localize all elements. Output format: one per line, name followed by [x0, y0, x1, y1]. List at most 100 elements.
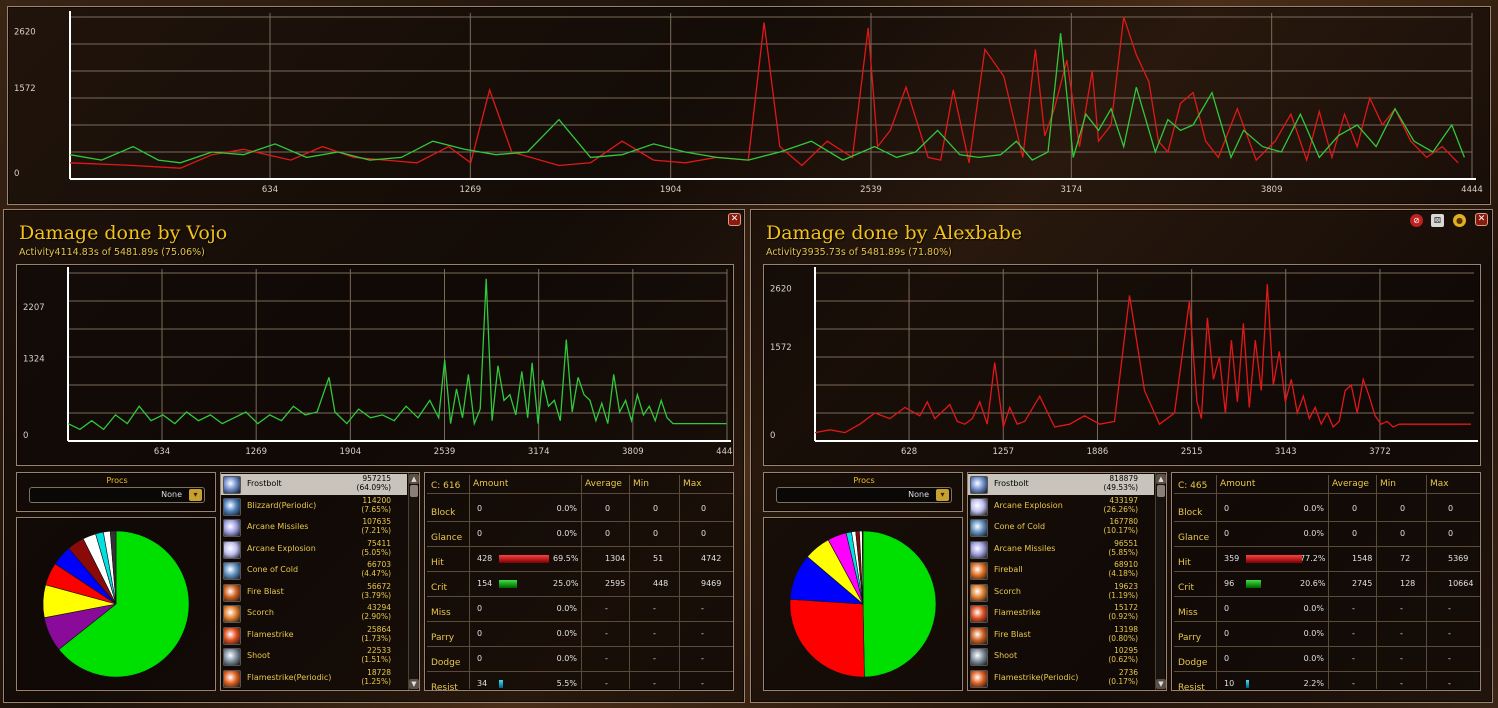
spell-row[interactable]: Fire Blast 13198 (0.80%)	[968, 625, 1154, 646]
spell-name: Flamestrike	[994, 608, 1041, 617]
dropdown-arrow-icon[interactable]: ▾	[936, 489, 949, 501]
column-divider	[1328, 475, 1329, 689]
row-percent: 2.2%	[1303, 679, 1324, 688]
row-max: 10664	[1448, 579, 1474, 588]
x-tick-label: 2539	[434, 447, 456, 457]
row-average: 1548	[1352, 554, 1373, 563]
spell-row[interactable]: Scorch 43294 (2.90%)	[221, 603, 407, 624]
spell-row[interactable]: Arcane Missiles 107635 (7.21%)	[221, 517, 407, 538]
row-count: 0	[1224, 529, 1230, 538]
row-max: 0	[1448, 504, 1454, 513]
close-button[interactable]: ✕	[728, 213, 741, 226]
procs-value: None	[908, 490, 929, 499]
row-max: 0	[701, 504, 707, 513]
dropdown-arrow-icon[interactable]: ▾	[189, 489, 202, 501]
row-count: 0	[1224, 504, 1230, 513]
spell-row[interactable]: Cone of Cold 167780 (10.17%)	[968, 517, 1154, 538]
spell-amount-value: 107635	[362, 517, 391, 526]
row-max: 4742	[701, 554, 722, 563]
spell-amount-percent: (1.19%)	[1108, 590, 1138, 600]
spell-row[interactable]: Blizzard(Periodic) 114200 (7.65%)	[221, 496, 407, 517]
spell-row[interactable]: Flamestrike 25864 (1.73%)	[221, 625, 407, 646]
vojo-spell-pie-chart	[42, 530, 190, 678]
scroll-down-icon[interactable]: ▼	[1156, 679, 1166, 689]
row-max: -	[701, 654, 704, 663]
row-percent: 77.2%	[1300, 554, 1326, 563]
spell-amount: 43294 (2.90%)	[361, 603, 391, 621]
row-min: -	[1400, 629, 1403, 638]
y-tick-label: 2620	[770, 284, 792, 294]
row-percent: 0.0%	[556, 604, 577, 613]
spell-amount: 15172 (0.92%)	[1108, 603, 1138, 621]
spell-row[interactable]: Frostbolt 818879 (49.53%)	[968, 474, 1154, 495]
spell-icon	[970, 476, 988, 494]
spell-list-scrollbar[interactable]: ▲ ▼	[1155, 473, 1166, 690]
dice-button[interactable]: ⚄	[1431, 214, 1444, 227]
x-tick-label: 3174	[528, 447, 550, 457]
row-count: 0	[1224, 604, 1230, 613]
spell-amount: 75411 (5.05%)	[361, 539, 391, 557]
spell-amount-value: 66703	[367, 560, 391, 569]
panel-activity: Activity4114.83s of 5481.89s (75.06%)	[19, 247, 205, 258]
spell-row[interactable]: Flamestrike(Periodic) 18728 (1.25%)	[221, 668, 407, 689]
combined-damage-chart: 0 1572 2620 634 1269 1904 2539 3174 3809 4444	[14, 11, 1483, 195]
spell-row[interactable]: Cone of Cold 66703 (4.47%)	[221, 560, 407, 581]
row-count: 0	[477, 504, 483, 513]
reset-button[interactable]: ⊘	[1410, 214, 1423, 227]
procs-dropdown[interactable]: None ▾	[776, 487, 952, 503]
spell-name: Arcane Missiles	[247, 522, 309, 531]
spell-icon	[223, 562, 241, 580]
row-average: -	[1352, 629, 1355, 638]
spell-row[interactable]: Arcane Missiles 96551 (5.85%)	[968, 539, 1154, 560]
coin-button[interactable]: ●	[1453, 214, 1466, 227]
row-min: 128	[1400, 579, 1416, 588]
spell-row[interactable]: Arcane Explosion 75411 (5.05%)	[221, 539, 407, 560]
spell-amount: 114200 (7.65%)	[361, 496, 391, 514]
alexbabe-spell-pie-chart	[789, 530, 937, 678]
procs-label: Procs	[853, 476, 875, 485]
y-tick-label: 0	[770, 431, 775, 441]
hit-stats-table: C: 616 Amount Average Min Max Block 0 0.0% 0 0 0 Gl…	[424, 472, 734, 693]
spell-row[interactable]: Fireball 68910 (4.18%)	[968, 560, 1154, 581]
spell-row[interactable]: Fire Blast 56672 (3.79%)	[221, 582, 407, 603]
procs-dropdown[interactable]: None ▾	[29, 487, 205, 503]
row-label: Miss	[431, 608, 451, 618]
x-tick-label: 3174	[1061, 185, 1083, 195]
row-average: 2595	[605, 579, 626, 588]
scroll-down-icon[interactable]: ▼	[409, 679, 419, 689]
scroll-up-icon[interactable]: ▲	[1156, 474, 1166, 484]
spell-list-scrollbar[interactable]: ▲ ▼	[408, 473, 419, 690]
column-header: Max	[1430, 479, 1449, 489]
spell-icon	[970, 648, 988, 666]
procs-box: Procs None ▾	[16, 472, 216, 512]
close-button[interactable]: ✕	[1475, 213, 1488, 226]
spell-icon	[223, 519, 241, 537]
pie-slice[interactable]	[862, 530, 937, 678]
spell-row[interactable]: Shoot 22533 (1.51%)	[221, 646, 407, 667]
spell-row[interactable]: Flamestrike(Periodic) 2736 (0.17%)	[968, 668, 1154, 689]
scroll-thumb[interactable]	[410, 485, 418, 497]
row-divider	[1174, 521, 1480, 522]
scroll-up-icon[interactable]: ▲	[409, 474, 419, 484]
spell-row[interactable]: Frostbolt 957215 (64.09%)	[221, 474, 407, 495]
x-tick-label: 3143	[1275, 447, 1297, 457]
spell-row[interactable]: Flamestrike 15172 (0.92%)	[968, 603, 1154, 624]
column-divider	[581, 475, 582, 689]
row-max: -	[701, 679, 704, 688]
spell-row[interactable]: Shoot 10295 (0.62%)	[968, 646, 1154, 667]
spell-row[interactable]: Scorch 19623 (1.19%)	[968, 582, 1154, 603]
column-header: Max	[683, 479, 702, 489]
close-icon: ✕	[730, 214, 739, 224]
spell-row[interactable]: Arcane Explosion 433197 (26.26%)	[968, 496, 1154, 517]
x-tick-label: 634	[154, 447, 170, 457]
scroll-thumb[interactable]	[1157, 485, 1165, 497]
column-header: Amount	[1220, 479, 1256, 489]
x-tick-label: 1904	[660, 185, 682, 195]
pie-slice[interactable]	[789, 598, 865, 678]
column-divider	[1376, 475, 1377, 689]
alexbabe-chart-frame: 0 1572 2620 628 1257 1886 2515 3143 3772	[763, 264, 1481, 466]
spell-amount-percent: (49.53%)	[1103, 483, 1138, 492]
spell-name: Frostbolt	[247, 479, 282, 488]
spell-name: Fireball	[994, 565, 1023, 574]
spell-amount-percent: (2.90%)	[361, 612, 391, 621]
